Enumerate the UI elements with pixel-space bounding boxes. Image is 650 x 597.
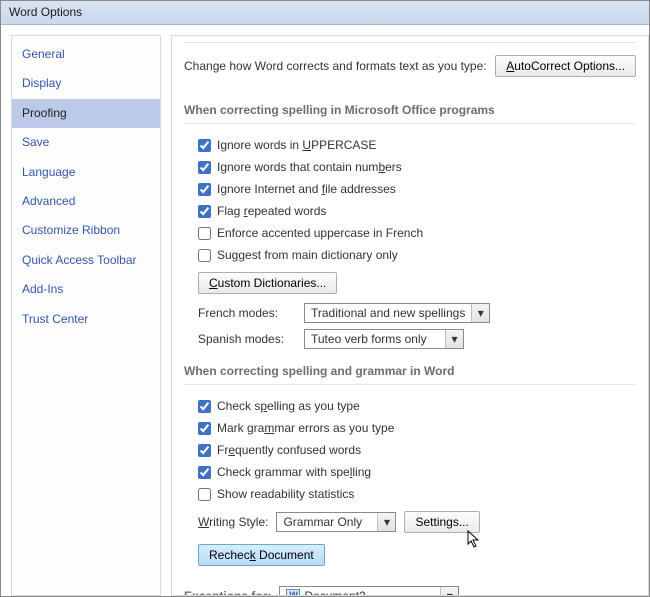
chk-confused-words-box[interactable] bbox=[198, 444, 211, 457]
sidebar-item-display[interactable]: Display bbox=[12, 69, 160, 98]
chevron-down-icon: ▾ bbox=[377, 513, 395, 531]
sidebar-item-addins[interactable]: Add-Ins bbox=[12, 275, 160, 304]
chk-french-accented[interactable]: Enforce accented uppercase in French bbox=[184, 222, 636, 244]
spanish-modes-select[interactable]: Tuteo verb forms only ▾ bbox=[304, 329, 464, 349]
sidebar-item-customize-ribbon[interactable]: Customize Ribbon bbox=[12, 216, 160, 245]
chk-grammar-with-spelling[interactable]: Check grammar with spelling bbox=[184, 461, 636, 483]
spanish-modes-row: Spanish modes: Tuteo verb forms only ▾ bbox=[184, 326, 636, 352]
document-icon bbox=[286, 589, 300, 596]
section-header-office: When correcting spelling in Microsoft Of… bbox=[184, 91, 636, 124]
french-modes-row: French modes: Traditional and new spelli… bbox=[184, 300, 636, 326]
exceptions-row: Exceptions for: Document2 ▾ bbox=[184, 572, 636, 596]
sidebar: General Display Proofing Save Language A… bbox=[11, 35, 161, 596]
sidebar-item-proofing[interactable]: Proofing bbox=[12, 99, 160, 128]
chk-suggest-main-dict[interactable]: Suggest from main dictionary only bbox=[184, 244, 636, 266]
main-panel: Change how Word corrects and formats tex… bbox=[171, 35, 649, 596]
chk-check-spelling[interactable]: Check spelling as you type bbox=[184, 395, 636, 417]
chevron-down-icon: ▾ bbox=[440, 587, 458, 596]
writing-style-label: Writing Style: bbox=[198, 515, 268, 529]
sidebar-item-language[interactable]: Language bbox=[12, 158, 160, 187]
chk-suggest-main-dict-box[interactable] bbox=[198, 249, 211, 262]
chk-flag-repeated[interactable]: Flag repeated words bbox=[184, 200, 636, 222]
french-modes-label: French modes: bbox=[198, 306, 296, 320]
chk-grammar-with-spelling-box[interactable] bbox=[198, 466, 211, 479]
sidebar-item-save[interactable]: Save bbox=[12, 128, 160, 157]
intro-row: Change how Word corrects and formats tex… bbox=[184, 45, 636, 91]
content-area: General Display Proofing Save Language A… bbox=[1, 25, 649, 596]
chk-readability[interactable]: Show readability statistics bbox=[184, 483, 636, 505]
chk-readability-box[interactable] bbox=[198, 488, 211, 501]
chk-ignore-numbers-box[interactable] bbox=[198, 161, 211, 174]
titlebar: Word Options bbox=[1, 1, 649, 25]
chk-confused-words[interactable]: Frequently confused words bbox=[184, 439, 636, 461]
chk-french-accented-box[interactable] bbox=[198, 227, 211, 240]
exceptions-label: Exceptions for: bbox=[184, 589, 271, 596]
intro-text: Change how Word corrects and formats tex… bbox=[184, 59, 487, 73]
recheck-document-button[interactable]: Recheck Document bbox=[198, 544, 325, 566]
sidebar-item-general[interactable]: General bbox=[12, 40, 160, 69]
chk-ignore-numbers[interactable]: Ignore words that contain numbers bbox=[184, 156, 636, 178]
chk-flag-repeated-box[interactable] bbox=[198, 205, 211, 218]
exceptions-select[interactable]: Document2 ▾ bbox=[279, 586, 459, 596]
sidebar-item-quick-access[interactable]: Quick Access Toolbar bbox=[12, 246, 160, 275]
french-modes-select[interactable]: Traditional and new spellings ▾ bbox=[304, 303, 490, 323]
chk-ignore-internet[interactable]: Ignore Internet and file addresses bbox=[184, 178, 636, 200]
chevron-down-icon: ▾ bbox=[445, 330, 463, 348]
sidebar-item-advanced[interactable]: Advanced bbox=[12, 187, 160, 216]
writing-style-select[interactable]: Grammar Only ▾ bbox=[276, 512, 396, 532]
chk-ignore-uppercase-box[interactable] bbox=[198, 139, 211, 152]
chk-ignore-uppercase[interactable]: Ignore words in UPPERCASE bbox=[184, 134, 636, 156]
spanish-modes-label: Spanish modes: bbox=[198, 332, 296, 346]
custom-dictionaries-button[interactable]: Custom Dictionaries... bbox=[198, 272, 337, 294]
chk-mark-grammar-box[interactable] bbox=[198, 422, 211, 435]
chk-check-spelling-box[interactable] bbox=[198, 400, 211, 413]
section-header-word: When correcting spelling and grammar in … bbox=[184, 352, 636, 385]
settings-button[interactable]: Settings... bbox=[404, 511, 479, 533]
window-title: Word Options bbox=[9, 5, 82, 19]
chk-mark-grammar[interactable]: Mark grammar errors as you type bbox=[184, 417, 636, 439]
chk-ignore-internet-box[interactable] bbox=[198, 183, 211, 196]
writing-style-row: Writing Style: Grammar Only ▾ Settings..… bbox=[184, 505, 636, 536]
autocorrect-options-button[interactable]: AAutoCorrect Options...utoCorrect Option… bbox=[495, 55, 636, 77]
sidebar-item-trust-center[interactable]: Trust Center bbox=[12, 305, 160, 334]
chevron-down-icon: ▾ bbox=[471, 304, 489, 322]
